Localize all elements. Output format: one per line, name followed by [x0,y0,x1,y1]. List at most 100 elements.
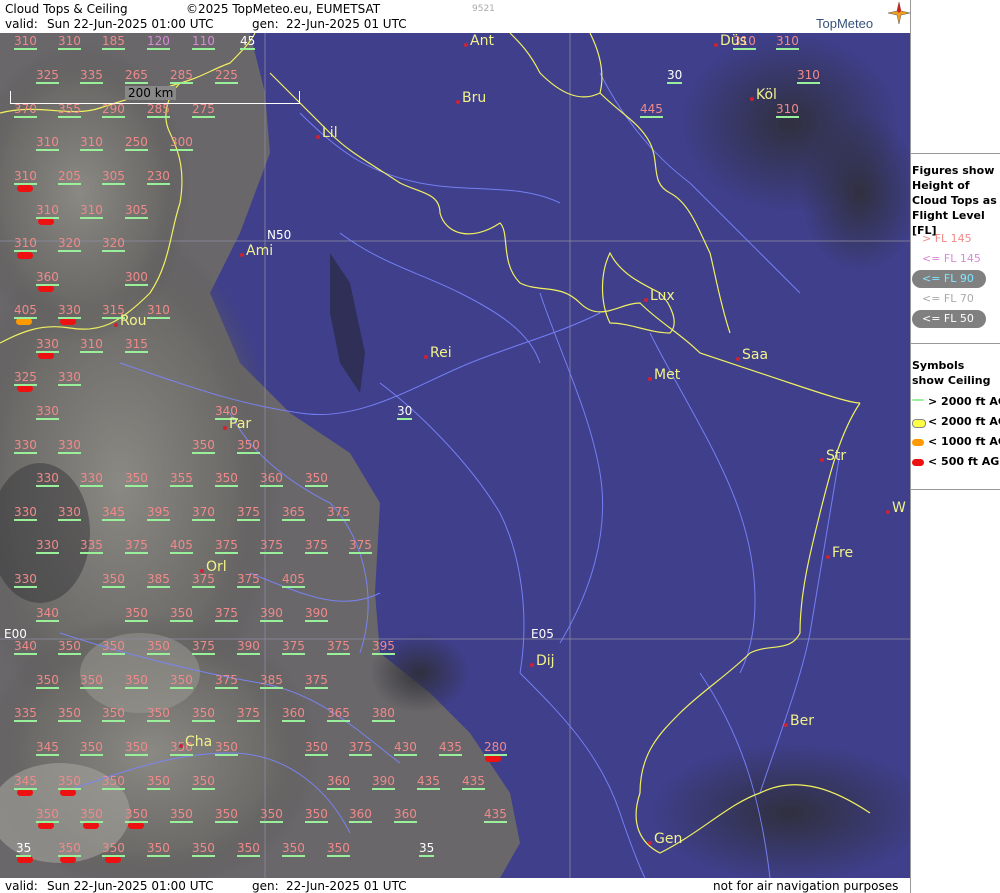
cloud-top-value: 350 [192,438,215,454]
ceiling-underline [192,586,215,588]
ceiling-underline [462,788,485,790]
ceiling-underline [215,754,238,756]
city-label[interactable]: Str [820,448,846,464]
cloud-top-value: 335 [80,68,103,84]
city-label[interactable]: Cha [179,734,212,750]
ceiling-symbol [83,822,99,829]
ceiling-underline [349,821,372,823]
city-label[interactable]: Rei [424,345,452,361]
cloud-top-value: 360 [349,807,372,823]
cloud-top-value: 375 [305,538,328,554]
ceiling-underline [237,720,260,722]
ceiling-underline [125,485,148,487]
ceiling-underline [484,754,507,756]
city-name: Ber [790,713,814,729]
ceiling-underline [170,149,193,151]
city-label[interactable]: Dij [530,653,555,669]
ceiling-symbol [485,755,501,762]
city-marker-icon [530,663,534,667]
ceiling-underline [192,855,215,857]
ceiling-underline [484,821,507,823]
cloud-top-value: 285 [170,68,193,84]
cloud-top-value: 330 [14,572,37,588]
cloud-top-value: 375 [282,639,305,655]
city-marker-icon [200,569,204,573]
cloud-top-value: 345 [36,740,59,756]
cloud-top-value: 310 [36,203,59,219]
city-label[interactable]: Par [223,416,251,432]
ceiling-underline [215,485,238,487]
city-label[interactable]: Köl [750,87,777,103]
city-label[interactable]: Orl [200,559,227,575]
cloud-top-value: 350 [102,572,125,588]
ceiling-underline [14,452,37,454]
city-name: Saa [742,347,769,363]
ceiling-underline [192,116,215,118]
footer-bar: valid: Sun 22-Jun-2025 01:00 UTC gen: 22… [0,878,910,893]
city-label[interactable]: Rou [114,313,147,329]
ceiling-underline [305,754,328,756]
city-label[interactable]: Ber [784,713,814,729]
city-marker-icon [424,355,428,359]
ceiling-underline [192,788,215,790]
cloud-top-value: 350 [102,639,125,655]
cloud-top-value: 375 [125,538,148,554]
ceiling-underline [58,452,81,454]
city-label[interactable]: Met [648,367,681,383]
ceiling-underline [14,788,37,790]
ceiling-symbol [128,822,144,829]
city-label[interactable]: Düs [714,33,747,49]
ceiling-underline [797,82,820,84]
cloud-top-value: 350 [237,841,260,857]
cloud-top-value: 375 [327,639,350,655]
city-label[interactable]: Ant [464,33,494,49]
city-label[interactable]: Ami [240,243,273,259]
city-label[interactable]: Saa [736,347,769,363]
ceiling-underline [147,183,170,185]
city-label[interactable]: W [886,500,906,516]
city-marker-icon [886,510,890,514]
cloud-top-value: 395 [372,639,395,655]
city-name: W [892,500,906,516]
legend-ceiling-symbol [912,399,924,401]
cloud-top-value: 375 [260,538,283,554]
footer-disclaimer: not for air navigation purposes [713,879,899,893]
ceiling-symbol [17,856,33,863]
cloud-top-value: 390 [372,774,395,790]
ceiling-underline [125,821,148,823]
city-marker-icon [750,97,754,101]
ceiling-underline [36,82,59,84]
city-label[interactable]: Bru [456,90,486,106]
ceiling-underline [147,653,170,655]
city-name: Met [654,367,681,383]
cloud-top-value: 375 [305,673,328,689]
city-marker-icon [736,357,740,361]
satellite-map[interactable]: 200 km N50 E00 E05 310 310 185 120 110 45 325 3… [0,33,910,878]
cloud-top-value: 350 [215,807,238,823]
ceiling-underline [125,217,148,219]
city-label[interactable]: Lil [316,125,338,141]
cloud-top-value: 350 [36,807,59,823]
city-label[interactable]: Gen [648,831,682,847]
cloud-top-value: 310 [80,337,103,353]
city-marker-icon [826,555,830,559]
valid-label: valid: [5,17,38,31]
ceiling-underline [192,48,215,50]
ceiling-underline [776,48,799,50]
ceiling-underline [147,317,170,319]
city-name: Orl [206,559,227,575]
ceiling-underline [80,82,103,84]
cloud-top-value: 310 [147,303,170,319]
legend-ceiling-row: < 1000 ft AGL [928,435,1000,448]
ceiling-underline [237,855,260,857]
legend-symbols-title: Symbols show Ceiling [912,359,991,387]
city-label[interactable]: Fre [826,545,853,561]
ceiling-underline [282,653,305,655]
city-marker-icon [644,298,648,302]
cloud-top-value: 350 [147,639,170,655]
city-label[interactable]: Lux [644,288,675,304]
cloud-top-value: 350 [170,606,193,622]
ceiling-underline [349,552,372,554]
ceiling-underline [102,116,125,118]
cloud-top-value: 350 [102,841,125,857]
